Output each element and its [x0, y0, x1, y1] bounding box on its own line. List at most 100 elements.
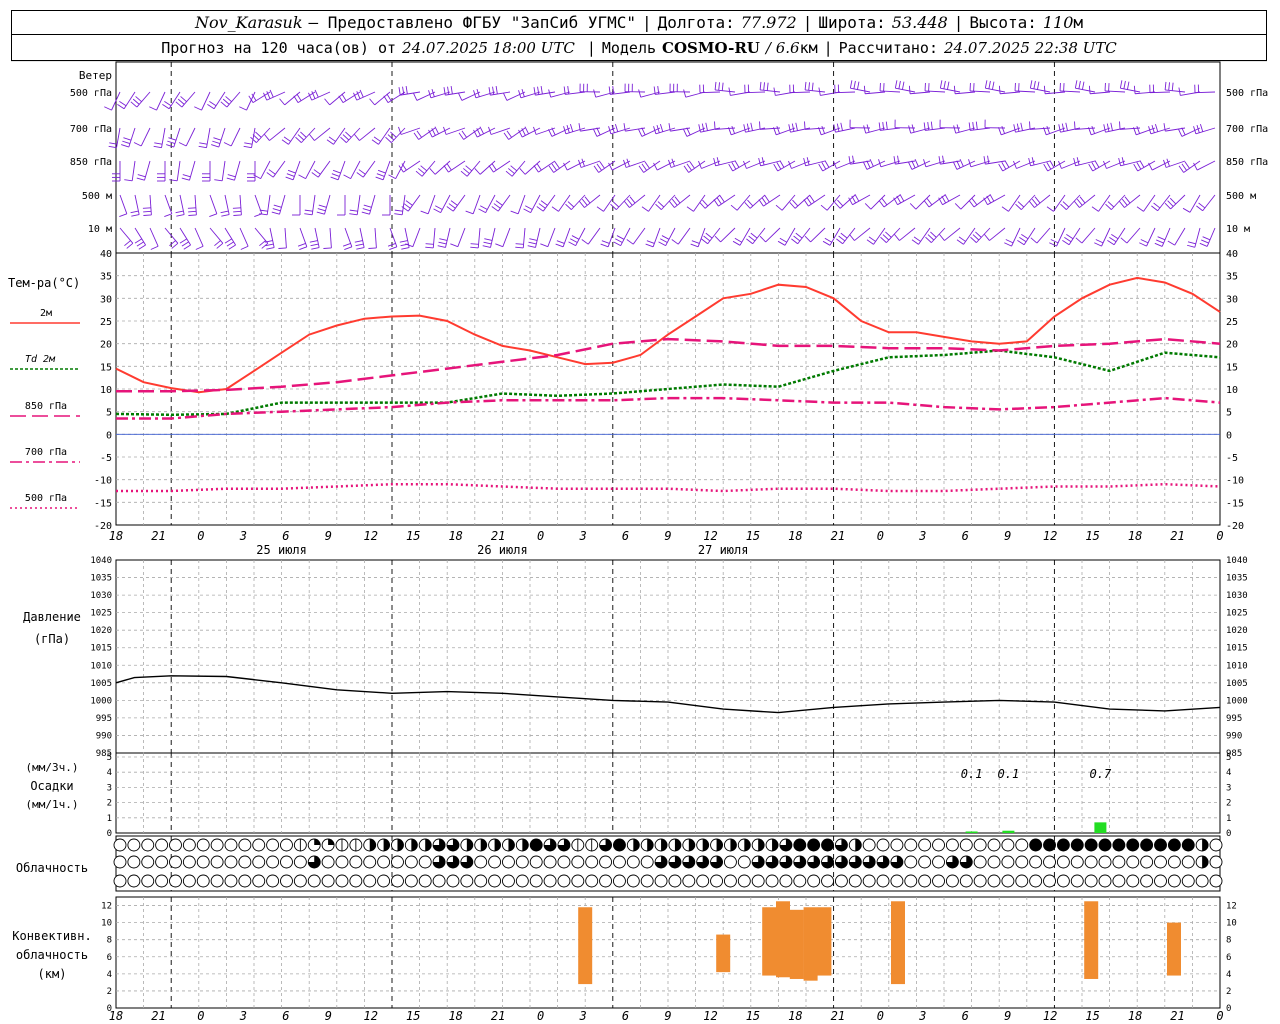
hour-tick-top: 21	[491, 529, 505, 543]
hour-tick-bottom: 18	[788, 1009, 802, 1023]
wind-barb	[431, 127, 451, 138]
wind-barb-feather	[181, 177, 190, 181]
wind-barb-feather	[655, 203, 662, 210]
cloud-mark	[1085, 839, 1098, 851]
wind-barb-feather	[164, 213, 172, 217]
wind-barb	[674, 194, 691, 208]
wind-barb	[931, 227, 946, 243]
wind-barb-feather	[1124, 196, 1131, 204]
cloud-circle	[723, 855, 737, 869]
wind-barb	[185, 127, 196, 147]
cloud-circle	[1084, 874, 1098, 888]
wind-barb-feather	[714, 81, 717, 90]
wind-barb-feather	[788, 124, 791, 133]
wind-barb-feather	[908, 162, 913, 170]
wind-barb-feather	[758, 157, 762, 166]
convective-tick-left: 4	[107, 970, 112, 980]
wind-barb-feather	[1001, 206, 1009, 212]
wind-barb	[201, 91, 211, 111]
wind-barb-feather	[342, 242, 351, 247]
wind-barb-feather	[540, 243, 548, 248]
wind-barb	[350, 160, 361, 179]
wind-barb-feather	[881, 198, 888, 206]
cloud-circle	[834, 874, 848, 888]
wind-barb-feather	[356, 247, 365, 250]
precip-bar	[1094, 822, 1107, 833]
wind-barb-feather	[1030, 237, 1038, 244]
wind-barb-feather	[153, 145, 162, 149]
wind-barb-feather	[713, 157, 717, 166]
wind-barb-feather	[515, 246, 524, 249]
wind-barb-feather	[809, 195, 815, 203]
convective-bar	[716, 934, 731, 973]
wind-barb	[1008, 194, 1021, 212]
wind-barb-feather	[298, 174, 306, 180]
wind-barb-feather	[779, 160, 785, 168]
wind-barb	[1174, 227, 1186, 246]
wind-barb	[1146, 227, 1156, 247]
hour-tick-bottom: 12	[364, 1009, 378, 1023]
pressure-ylabel: Давление	[23, 610, 81, 624]
wind-barb-feather	[461, 130, 467, 138]
cloud-circle	[626, 874, 640, 888]
wind-barb-feather	[1151, 205, 1158, 212]
wind-barb-feather	[593, 165, 599, 173]
temp-tick-right: -10	[1226, 476, 1244, 487]
hour-tick-top: 12	[703, 529, 717, 543]
wind-barb	[1047, 160, 1066, 172]
wind-barb-feather	[342, 134, 350, 141]
cloud-mark	[807, 839, 820, 851]
wind-barb-feather	[759, 121, 761, 130]
precip-ylabel-top: (мм/3ч.)	[26, 761, 79, 774]
wind-barb	[547, 227, 556, 247]
wind-barb-feather	[433, 208, 441, 214]
wind-barb	[1113, 227, 1126, 246]
wind-barb	[955, 91, 976, 95]
wind-barb	[493, 160, 511, 173]
cloud-mark	[480, 839, 487, 851]
wind-barb-feather	[579, 201, 585, 208]
wind-barb-feather	[750, 122, 753, 131]
wind-barb-feather	[908, 125, 912, 134]
wind-barb-feather	[703, 235, 711, 242]
cloud-mark	[522, 839, 529, 851]
wind-barb-feather	[911, 239, 919, 245]
wind-barb	[387, 91, 406, 103]
pressure-tick-left: 1030	[90, 591, 112, 601]
wind-barb-feather	[343, 174, 351, 180]
wind-level-label: 10 м	[88, 224, 112, 235]
wind-barb-feather	[450, 200, 458, 206]
wind-barb	[1194, 227, 1201, 248]
wind-barb-feather	[510, 210, 519, 215]
wind-barb-feather	[314, 89, 319, 98]
cloud-circle	[515, 855, 529, 869]
wind-barb-feather	[1167, 240, 1175, 246]
wind-barb-feather	[135, 96, 142, 102]
hour-tick-bottom: 15	[1085, 1009, 1099, 1023]
wind-barb-feather	[510, 165, 518, 172]
wind-barb-feather	[942, 155, 945, 164]
wind-barb-feather	[1109, 237, 1117, 243]
cloud-circle	[474, 874, 488, 888]
wind-barb-feather	[880, 236, 887, 243]
wind-barb-feather	[943, 80, 946, 89]
wind-barb	[472, 194, 481, 214]
cloud-mark	[1112, 839, 1125, 851]
wind-barb-feather	[540, 200, 548, 206]
wind-barb-feather	[1004, 160, 1010, 168]
wind-barb-feather	[789, 202, 796, 209]
wind-barb-feather	[345, 131, 352, 138]
wind-barb-feather	[150, 245, 159, 250]
hour-tick-top: 0	[197, 529, 204, 543]
wind-barb	[575, 227, 586, 246]
cloud-circle	[585, 855, 599, 869]
convective-bar	[1084, 901, 1099, 979]
wind-barb-feather	[984, 234, 990, 241]
convective-ylabel: Конвективн.	[12, 929, 91, 943]
wind-barb-feather	[568, 241, 576, 247]
cloud-label: Облачность	[16, 861, 88, 875]
temp-tick-right: 0	[1226, 430, 1232, 441]
wind-barb-feather	[866, 239, 874, 245]
wind-barb	[989, 227, 1006, 241]
wind-barb	[656, 160, 676, 171]
